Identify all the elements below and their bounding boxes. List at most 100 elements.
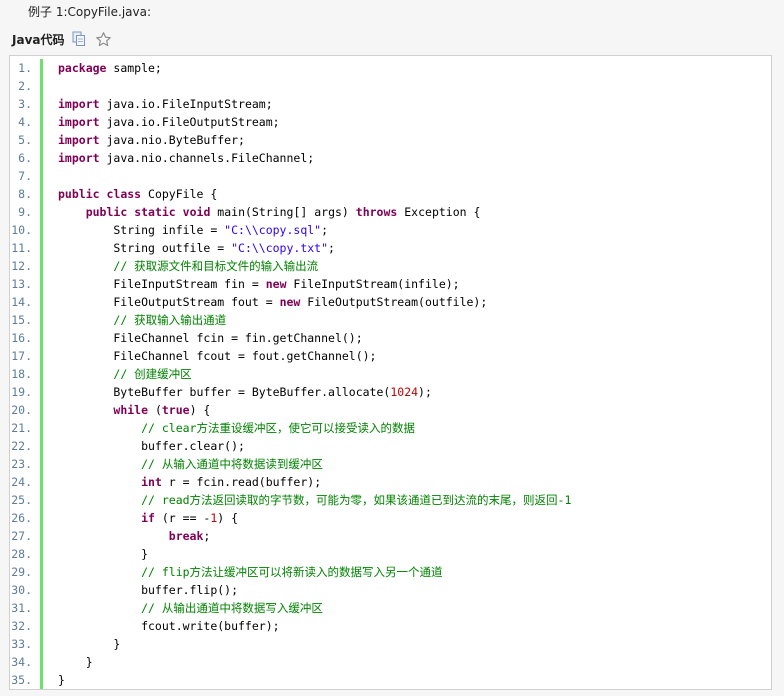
- line-number: 19.: [11, 385, 32, 399]
- line-number: 13.: [11, 277, 32, 291]
- code-text: // 创建缓冲区: [43, 365, 192, 383]
- code-line: 28. }: [10, 545, 771, 563]
- line-number: 7.: [18, 169, 32, 183]
- code-text: FileInputStream fin = new FileInputStrea…: [43, 275, 460, 293]
- code-line: 21. // clear方法重设缓冲区，使它可以接受读入的数据: [10, 419, 771, 437]
- code-line: 24. int r = fcin.read(buffer);: [10, 473, 771, 491]
- line-number: 9.: [18, 205, 32, 219]
- code-token: java.io.FileInputStream;: [99, 97, 273, 111]
- code-line: 10. String infile = "C:\\copy.sql";: [10, 221, 771, 239]
- code-token: ;: [321, 223, 329, 237]
- code-line: 11. String outfile = "C:\\copy.txt";: [10, 239, 771, 257]
- code-token: FileInputStream(infile);: [286, 277, 460, 291]
- code-text: int r = fcin.read(buffer);: [43, 473, 321, 491]
- code-token: import: [58, 115, 100, 129]
- code-token: java.nio.ByteBuffer;: [99, 133, 245, 147]
- code-line: 32. fcout.write(buffer);: [10, 617, 771, 635]
- code-text: import java.nio.channels.FileChannel;: [43, 149, 314, 167]
- code-text: }: [43, 653, 93, 671]
- code-line: 27. break;: [10, 527, 771, 545]
- code-block: 1. package sample; 2. 3. import java.io.File…: [9, 55, 772, 690]
- code-text: ByteBuffer buffer = ByteBuffer.allocate(…: [43, 383, 432, 401]
- code-text: // 获取源文件和目标文件的输入输出流: [43, 257, 318, 275]
- line-number: 8.: [18, 187, 32, 201]
- code-line: 1. package sample;: [10, 59, 771, 77]
- code-token: FileOutputStream(outfile);: [300, 295, 488, 309]
- line-number: 6.: [18, 151, 32, 165]
- code-line: 35.}: [10, 671, 771, 689]
- code-text: FileChannel fcin = fin.getChannel();: [43, 329, 363, 347]
- code-text: String infile = "C:\\copy.sql";: [43, 221, 328, 239]
- code-text: // 从输入通道中将数据读到缓冲区: [43, 455, 323, 473]
- code-token: Exception {: [397, 205, 481, 219]
- code-text: // 从输出通道中将数据写入缓冲区: [43, 599, 323, 617]
- code-text: package sample;: [43, 59, 162, 77]
- code-token: package: [58, 61, 107, 75]
- code-token: );: [418, 385, 432, 399]
- line-number: 32.: [11, 619, 32, 633]
- code-token: FileChannel fcout = fout.getChannel();: [58, 349, 377, 363]
- code-lines: 1. package sample; 2. 3. import java.io.File…: [10, 56, 771, 689]
- code-token: }: [58, 655, 93, 669]
- code-token: FileChannel fcin = fin.getChannel();: [58, 331, 363, 345]
- line-number: 27.: [11, 529, 32, 543]
- line-number: 10.: [11, 223, 32, 237]
- code-line: 22. buffer.clear();: [10, 437, 771, 455]
- star-icon[interactable]: [94, 30, 112, 48]
- code-line: 33. }: [10, 635, 771, 653]
- code-text: break;: [43, 527, 211, 545]
- code-line: 18. // 创建缓冲区: [10, 365, 771, 383]
- code-token: buffer.clear();: [58, 439, 245, 453]
- code-text: buffer.flip();: [43, 581, 238, 599]
- code-line: 17. FileChannel fcout = fout.getChannel(…: [10, 347, 771, 365]
- code-line: 16. FileChannel fcin = fin.getChannel();: [10, 329, 771, 347]
- code-line: 14. FileOutputStream fout = new FileOutp…: [10, 293, 771, 311]
- code-token: break: [168, 529, 204, 543]
- code-text: }: [43, 545, 148, 563]
- code-token: 1024: [390, 385, 419, 399]
- code-token: void: [182, 205, 211, 219]
- code-text: public class CopyFile {: [43, 185, 217, 203]
- code-text: String outfile = "C:\\copy.txt";: [43, 239, 335, 257]
- code-token: }: [58, 637, 121, 651]
- code-line: 30. buffer.flip();: [10, 581, 771, 599]
- code-toolbar: Java代码: [12, 28, 112, 50]
- code-line: 15. // 获取输入输出通道: [10, 311, 771, 329]
- code-token: while: [113, 403, 149, 417]
- code-token: FileOutputStream fout =: [58, 295, 280, 309]
- line-number: 17.: [11, 349, 32, 363]
- code-line: 29. // flip方法让缓冲区可以将新读入的数据写入另一个通道: [10, 563, 771, 581]
- code-token: public: [58, 187, 100, 201]
- code-token: }: [58, 547, 149, 561]
- code-line: 6. import java.nio.channels.FileChannel;: [10, 149, 771, 167]
- code-token: // 创建缓冲区: [113, 367, 192, 381]
- line-number: 16.: [11, 331, 32, 345]
- line-number: 24.: [11, 475, 32, 489]
- code-token: fcout.write(buffer);: [58, 619, 280, 633]
- code-text: if (r == -1) {: [43, 509, 238, 527]
- line-number: 5.: [18, 133, 32, 147]
- code-line: 12. // 获取源文件和目标文件的输入输出流: [10, 257, 771, 275]
- code-text: import java.io.FileOutputStream;: [43, 113, 280, 131]
- code-token: new: [265, 277, 287, 291]
- code-text: }: [43, 671, 65, 689]
- copy-icon[interactable]: [70, 30, 88, 48]
- code-token: // 从输入通道中将数据读到缓冲区: [141, 457, 323, 471]
- line-number: 14.: [11, 295, 32, 309]
- line-number: 3.: [18, 97, 32, 111]
- code-token: ) {: [217, 511, 239, 525]
- line-number: 29.: [11, 565, 32, 579]
- code-text: public static void main(String[] args) t…: [43, 203, 481, 221]
- code-token: // flip方法让缓冲区可以将新读入的数据写入另一个通道: [141, 565, 443, 579]
- line-number: 34.: [11, 655, 32, 669]
